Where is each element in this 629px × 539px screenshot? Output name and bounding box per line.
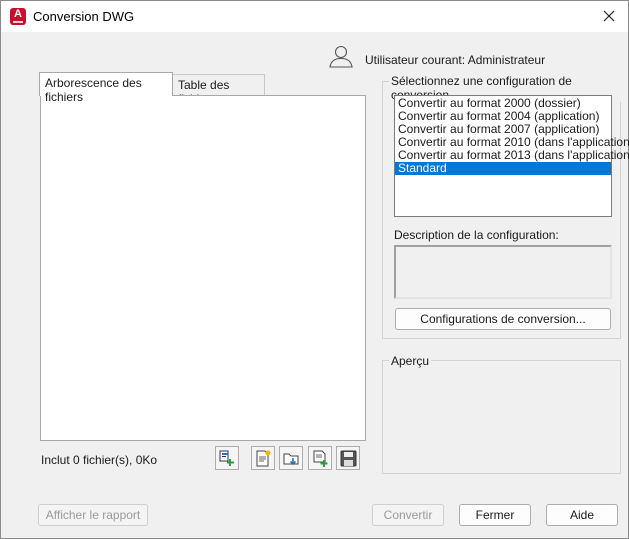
folder-arrow-icon [283, 453, 299, 466]
close-icon [603, 10, 615, 22]
save-list-button[interactable] [336, 446, 360, 470]
add-drawing-set-button[interactable] [215, 446, 239, 470]
description-field [394, 245, 612, 299]
dialog-window: A Conversion DWG Utilisateur courant: Ad… [0, 0, 629, 539]
help-button[interactable]: Aide [546, 504, 618, 526]
convert-button[interactable]: Convertir [372, 504, 444, 526]
window-title: Conversion DWG [33, 9, 135, 24]
drawing-set-icon [219, 450, 234, 466]
close-button[interactable]: Fermer [459, 504, 531, 526]
save-icon [340, 450, 357, 467]
file-add-icon [313, 450, 328, 467]
new-file-icon [256, 450, 271, 467]
open-folder-button[interactable] [279, 446, 303, 470]
app-icon-letter: A [14, 8, 22, 20]
description-label: Description de la configuration: [394, 228, 559, 242]
user-icon [329, 45, 353, 68]
append-file-button[interactable] [308, 446, 332, 470]
title-bar: A Conversion DWG [1, 1, 628, 32]
close-window-button[interactable] [598, 6, 620, 26]
config-listbox[interactable]: Convertir au format 2000 (dossier) Conve… [394, 95, 629, 217]
add-file-button[interactable] [251, 446, 275, 470]
current-user-label: Utilisateur courant: Administrateur [365, 53, 546, 67]
autocad-app-icon: A [10, 8, 26, 25]
include-count-label: Inclut 0 fichier(s), 0Ko [41, 453, 158, 467]
tab-file-tree[interactable]: Arborescence des fichiers [39, 72, 173, 104]
config-item-standard[interactable]: Standard [395, 162, 611, 175]
view-report-button[interactable]: Afficher le rapport [38, 504, 148, 526]
file-tree-panel[interactable] [40, 95, 366, 441]
preview-group-box [382, 360, 621, 474]
conversion-configs-button[interactable]: Configurations de conversion... [395, 308, 611, 330]
preview-group-label: Aperçu [389, 354, 432, 368]
tab-file-table[interactable]: Table des fichiers [173, 74, 265, 106]
